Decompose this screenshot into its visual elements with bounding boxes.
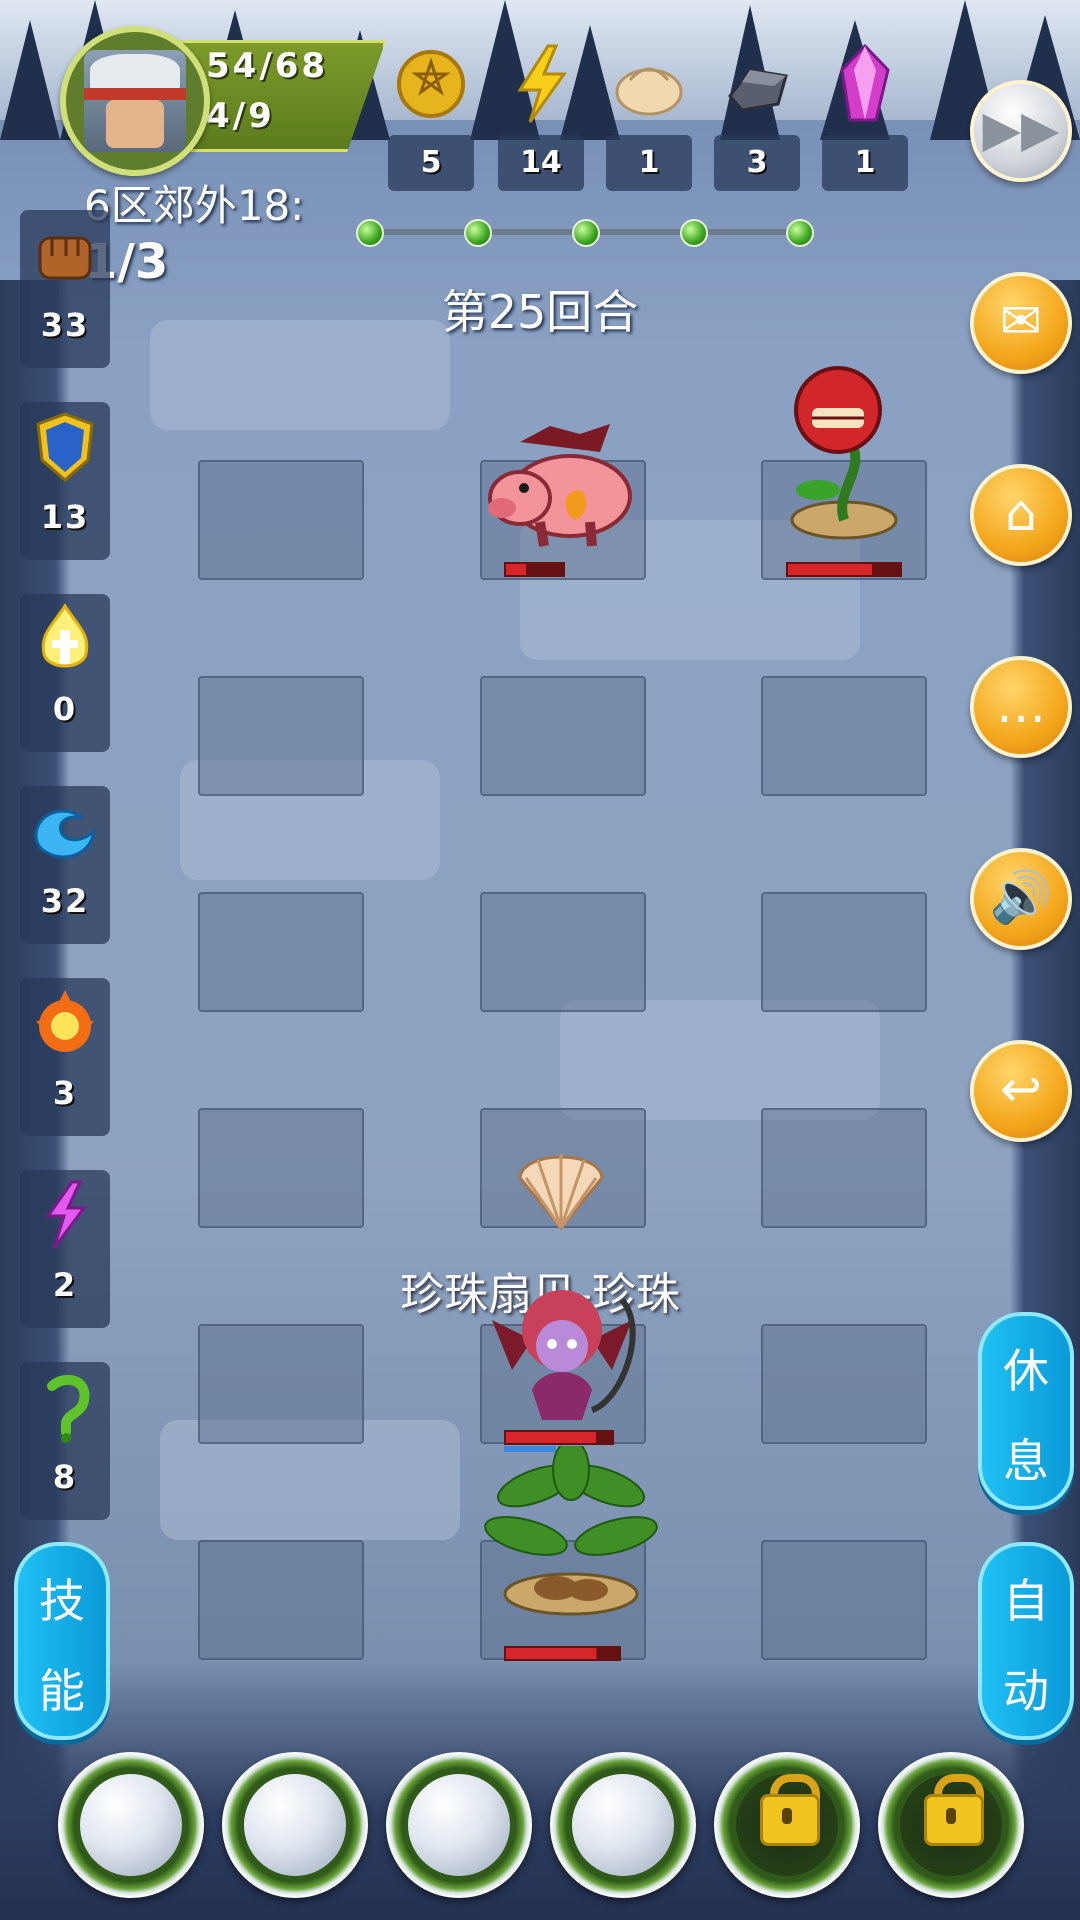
player-avatar[interactable] <box>60 26 210 176</box>
resource-coin: 5 <box>388 40 474 192</box>
stat-holy: 0 <box>20 594 110 752</box>
fire-icon <box>26 984 104 1062</box>
grid-cell[interactable] <box>198 1324 364 1444</box>
resource-dumpling: 1 <box>606 40 692 192</box>
grid-cell[interactable] <box>198 1540 364 1660</box>
resource-energy: 14 <box>498 40 584 192</box>
stat-fire-value: 3 <box>52 1074 78 1112</box>
grid-cell[interactable] <box>198 676 364 796</box>
auto-button-label-1: 自 <box>1003 1574 1049 1628</box>
skill-slot[interactable] <box>58 1752 204 1898</box>
speaker-icon: 🔊 <box>989 868 1053 926</box>
grid-cell[interactable] <box>198 460 364 580</box>
empty-skill-orb <box>572 1774 674 1876</box>
grid-cell[interactable] <box>761 1108 927 1228</box>
hero-demon-hp <box>504 1430 614 1445</box>
enemy-boar-hp <box>504 562 565 577</box>
grid-cell[interactable] <box>198 892 364 1012</box>
hero-demon[interactable] <box>472 1250 652 1430</box>
round-label: 第25回合 <box>441 285 639 339</box>
empty-skill-orb <box>244 1774 346 1876</box>
rest-button-label-2: 息 <box>1003 1434 1049 1488</box>
skill-button-label-1: 技 <box>39 1574 85 1628</box>
enemy-flower[interactable] <box>778 360 908 550</box>
iron-count: 3 <box>714 135 800 191</box>
wave-progress-dot <box>464 219 492 247</box>
water-wave-icon <box>26 792 104 870</box>
poison-icon <box>26 1368 104 1446</box>
stat-poison: 8 <box>20 1362 110 1520</box>
stat-water: 32 <box>20 786 110 944</box>
home-icon: ⌂ <box>1005 484 1037 542</box>
wave-progress-dot <box>356 219 384 247</box>
sound-button[interactable]: 🔊 <box>970 848 1072 950</box>
grid-cell[interactable] <box>761 1540 927 1660</box>
resource-iron: 3 <box>714 40 800 192</box>
empty-skill-orb <box>408 1774 510 1876</box>
empty-skill-orb <box>80 1774 182 1876</box>
stat-attack: 33 <box>20 210 110 368</box>
home-button[interactable]: ⌂ <box>970 464 1072 566</box>
skill-slot-locked[interactable] <box>878 1752 1024 1898</box>
chat-icon: … <box>996 676 1046 734</box>
skill-slot-locked[interactable] <box>714 1752 860 1898</box>
skill-slot[interactable] <box>386 1752 532 1898</box>
return-icon: ↩ <box>1000 1060 1042 1118</box>
wave-progress-dot <box>680 219 708 247</box>
enemy-flower-hp <box>786 562 902 577</box>
stat-defense: 13 <box>20 402 110 560</box>
player-level-progress: 4/9 <box>206 96 275 136</box>
mail-icon: ✉ <box>1000 292 1042 350</box>
pearl-scallop-item[interactable] <box>508 1138 614 1234</box>
grid-cell[interactable] <box>198 1108 364 1228</box>
return-button[interactable]: ↩ <box>970 1040 1072 1142</box>
enemy-boar[interactable] <box>480 412 650 552</box>
stat-poison-value: 8 <box>52 1458 78 1496</box>
skill-button-label-2: 能 <box>39 1664 85 1718</box>
crystal-count: 1 <box>822 135 908 191</box>
grid-cell[interactable] <box>480 892 646 1012</box>
fast-forward-button[interactable]: ▶▶ <box>970 80 1072 182</box>
dumpling-count: 1 <box>606 135 692 191</box>
stat-water-value: 32 <box>40 882 90 920</box>
fist-icon <box>26 216 104 294</box>
stat-fire: 3 <box>20 978 110 1136</box>
rest-button-label-1: 休 <box>1003 1344 1049 1398</box>
holy-light-icon <box>26 600 104 678</box>
skill-slot[interactable] <box>550 1752 696 1898</box>
skill-slot[interactable] <box>222 1752 368 1898</box>
wave-progress-dot <box>786 219 814 247</box>
grid-cell[interactable] <box>761 1324 927 1444</box>
zone-title: 6区郊外18: <box>84 181 305 230</box>
dumpling-icon <box>612 40 686 126</box>
skill-button[interactable]: 技 能 <box>14 1542 110 1740</box>
stat-attack-value: 33 <box>40 306 90 344</box>
lightning-icon <box>504 40 578 126</box>
iron-ingot-icon <box>720 40 794 126</box>
stat-defense-value: 13 <box>40 498 90 536</box>
grid-cell[interactable] <box>761 676 927 796</box>
shield-icon <box>26 408 104 486</box>
hero-plant-hp <box>504 1646 621 1661</box>
fast-forward-icon: ▶▶ <box>982 100 1060 158</box>
energy-count: 14 <box>498 135 584 191</box>
grid-cell[interactable] <box>480 676 646 796</box>
stat-holy-value: 0 <box>52 690 78 728</box>
mail-button[interactable]: ✉ <box>970 272 1072 374</box>
chat-button[interactable]: … <box>970 656 1072 758</box>
coin-count: 5 <box>388 135 474 191</box>
lightning-purple-icon <box>26 1176 104 1254</box>
player-hp: 54/68 <box>206 46 329 86</box>
auto-button[interactable]: 自 动 <box>978 1542 1074 1740</box>
coin-icon <box>394 40 468 126</box>
avatar-portrait <box>84 50 186 152</box>
rest-button[interactable]: 休 息 <box>978 1312 1074 1510</box>
resource-crystal: 1 <box>822 40 908 192</box>
crystal-icon <box>828 40 902 126</box>
hero-plant[interactable] <box>476 1446 666 1626</box>
wave-progress-dot <box>572 219 600 247</box>
grid-cell[interactable] <box>761 892 927 1012</box>
auto-button-label-2: 动 <box>1003 1664 1049 1718</box>
ice-patch <box>560 1000 880 1120</box>
